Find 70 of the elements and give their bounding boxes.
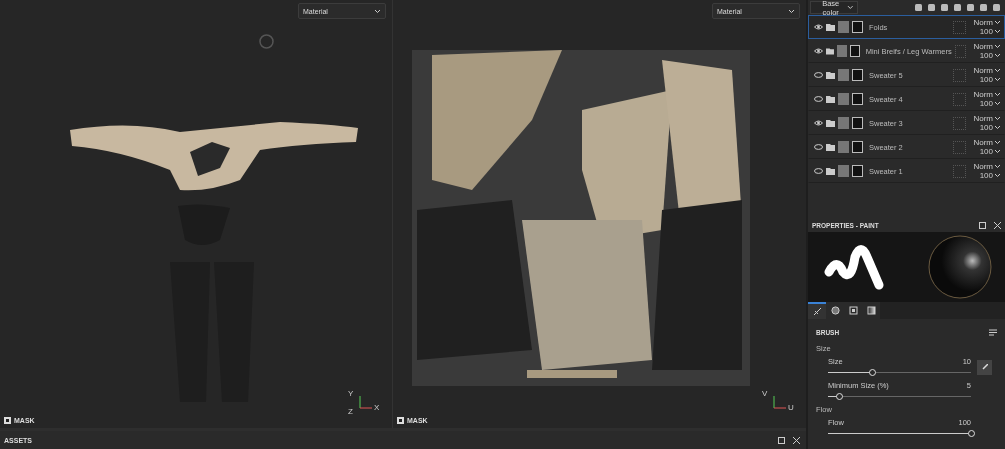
layer-slot bbox=[953, 164, 967, 178]
material-sphere-preview bbox=[927, 235, 992, 299]
layer-thumbnail bbox=[838, 141, 849, 153]
axis-label: Y bbox=[348, 390, 354, 398]
axis-gizmo-icon bbox=[772, 396, 786, 410]
layer-thumbnail bbox=[838, 165, 849, 177]
slider-thumb[interactable] bbox=[836, 393, 844, 400]
blend-mode-dropdown[interactable]: Norm bbox=[973, 42, 1001, 51]
layer-thumbnail bbox=[838, 117, 849, 129]
opacity-dropdown[interactable]: 100 bbox=[979, 75, 1001, 84]
eye-closed-icon[interactable] bbox=[814, 96, 823, 102]
pen-pressure-button[interactable] bbox=[977, 359, 992, 375]
opacity-dropdown[interactable]: 100 bbox=[979, 147, 1001, 156]
mask-thumbnail bbox=[852, 69, 863, 81]
axis-gizmo-icon bbox=[358, 396, 372, 410]
slider-thumb[interactable] bbox=[968, 430, 975, 437]
undock-icon[interactable] bbox=[979, 221, 986, 229]
mask-thumbnail bbox=[849, 45, 860, 57]
properties-tab[interactable] bbox=[808, 302, 826, 319]
blend-mode-dropdown[interactable]: Norm bbox=[973, 18, 1001, 27]
opacity-dropdown[interactable]: 100 bbox=[979, 27, 1001, 36]
mask-thumbnail bbox=[852, 117, 863, 129]
mask-thumbnail bbox=[852, 93, 863, 105]
layer-slot bbox=[954, 44, 967, 58]
opacity-dropdown[interactable]: 100 bbox=[979, 123, 1001, 132]
brush-cursor-icon bbox=[259, 34, 274, 49]
caret-icon bbox=[374, 8, 381, 14]
layer-slot bbox=[953, 116, 967, 130]
opacity-dropdown[interactable]: 100 bbox=[979, 99, 1001, 108]
close-icon[interactable] bbox=[793, 436, 800, 444]
caret-icon bbox=[847, 5, 854, 10]
pen-icon bbox=[981, 364, 988, 370]
layer-slot bbox=[953, 68, 967, 82]
eye-closed-icon[interactable] bbox=[814, 168, 823, 174]
blend-mode-dropdown[interactable]: Norm bbox=[973, 90, 1001, 99]
opacity-dropdown[interactable]: 100 bbox=[979, 51, 1001, 60]
axis-label: X bbox=[374, 404, 380, 412]
mask-toggle-icon[interactable] bbox=[4, 417, 11, 424]
axis-label: Z bbox=[348, 408, 353, 416]
mask-thumbnail bbox=[852, 21, 863, 33]
blend-mode-dropdown[interactable]: Norm bbox=[973, 66, 1001, 75]
axis-label: U bbox=[788, 404, 794, 412]
gradient-square-icon bbox=[866, 306, 876, 315]
mask-toggle-icon[interactable] bbox=[397, 417, 404, 424]
slider-thumb[interactable] bbox=[869, 369, 877, 376]
blend-mode-dropdown[interactable]: Norm bbox=[973, 114, 1001, 123]
layer-slot bbox=[953, 92, 967, 106]
undock-icon[interactable] bbox=[778, 436, 785, 444]
square-dot-icon bbox=[848, 306, 858, 315]
axis-label: V bbox=[762, 390, 768, 398]
layer-slot bbox=[953, 20, 967, 34]
layer-thumbnail bbox=[836, 45, 847, 57]
eye-icon[interactable] bbox=[814, 48, 823, 54]
layer-thumbnail bbox=[838, 21, 849, 33]
hatched-circle-icon bbox=[830, 306, 840, 315]
close-icon[interactable] bbox=[994, 221, 1001, 229]
menu-icon[interactable] bbox=[989, 329, 997, 336]
eye-icon[interactable] bbox=[814, 120, 823, 126]
layer-slot bbox=[953, 140, 967, 154]
blend-mode-dropdown[interactable]: Norm bbox=[973, 162, 1001, 171]
layer-thumbnail bbox=[838, 69, 849, 81]
blend-mode-dropdown[interactable]: Norm bbox=[973, 138, 1001, 147]
caret-icon bbox=[788, 8, 795, 14]
eye-closed-icon[interactable] bbox=[814, 72, 823, 78]
layer-thumbnail bbox=[838, 93, 849, 105]
mask-thumbnail bbox=[852, 141, 863, 153]
eye-closed-icon[interactable] bbox=[814, 144, 823, 150]
eye-icon[interactable] bbox=[814, 24, 823, 30]
opacity-dropdown[interactable]: 100 bbox=[979, 171, 1001, 180]
mask-thumbnail bbox=[852, 165, 863, 177]
